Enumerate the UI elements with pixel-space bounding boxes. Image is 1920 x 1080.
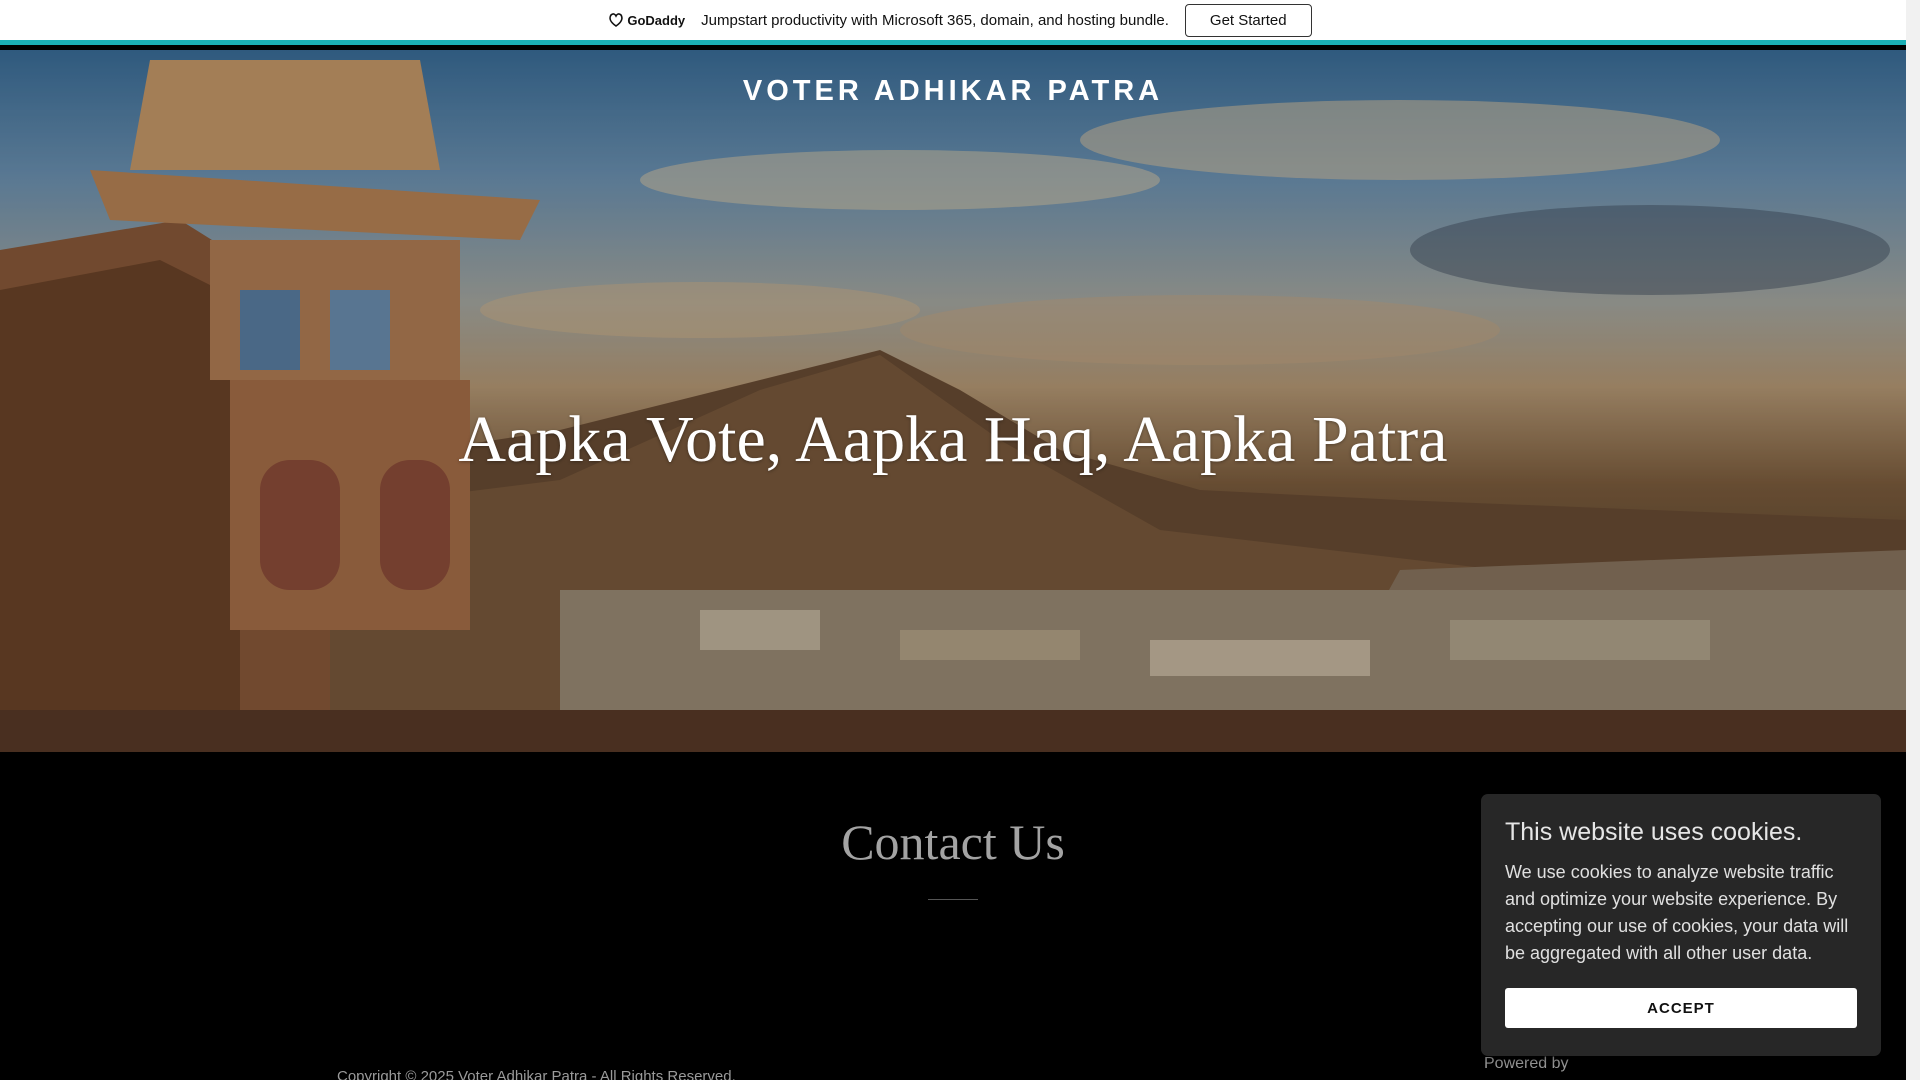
powered-by-text: Powered by xyxy=(1484,1055,1569,1072)
godaddy-logo[interactable]: GoDaddy xyxy=(608,13,685,28)
page-scrollbar[interactable] xyxy=(1906,0,1920,1080)
promo-text: Jumpstart productivity with Microsoft 36… xyxy=(701,11,1169,29)
copyright-text: Copyright © 2025 Voter Adhikar Patra - A… xyxy=(337,1068,736,1080)
godaddy-icon xyxy=(609,13,624,27)
godaddy-wordmark: GoDaddy xyxy=(627,12,686,28)
get-started-button[interactable]: Get Started xyxy=(1184,3,1312,37)
hero-overlay xyxy=(0,50,1906,752)
accept-cookies-button[interactable]: ACCEPT xyxy=(1505,988,1857,1028)
cookie-dialog: This website uses cookies. We use cookie… xyxy=(1481,794,1881,1056)
hero-tagline: Aapka Vote, Aapka Haq, Aapka Patra xyxy=(458,403,1448,476)
cookie-message: We use cookies to analyze website traffi… xyxy=(1505,862,1849,963)
promo-banner: GoDaddy Jumpstart productivity with Micr… xyxy=(0,0,1920,45)
hero-section: VOTER ADHIKAR PATRA Aapka Vote, Aapka Ha… xyxy=(0,50,1906,752)
site-title[interactable]: VOTER ADHIKAR PATRA xyxy=(0,75,1906,108)
section-divider xyxy=(928,899,978,900)
cookie-title: This website uses cookies. xyxy=(1505,818,1803,846)
